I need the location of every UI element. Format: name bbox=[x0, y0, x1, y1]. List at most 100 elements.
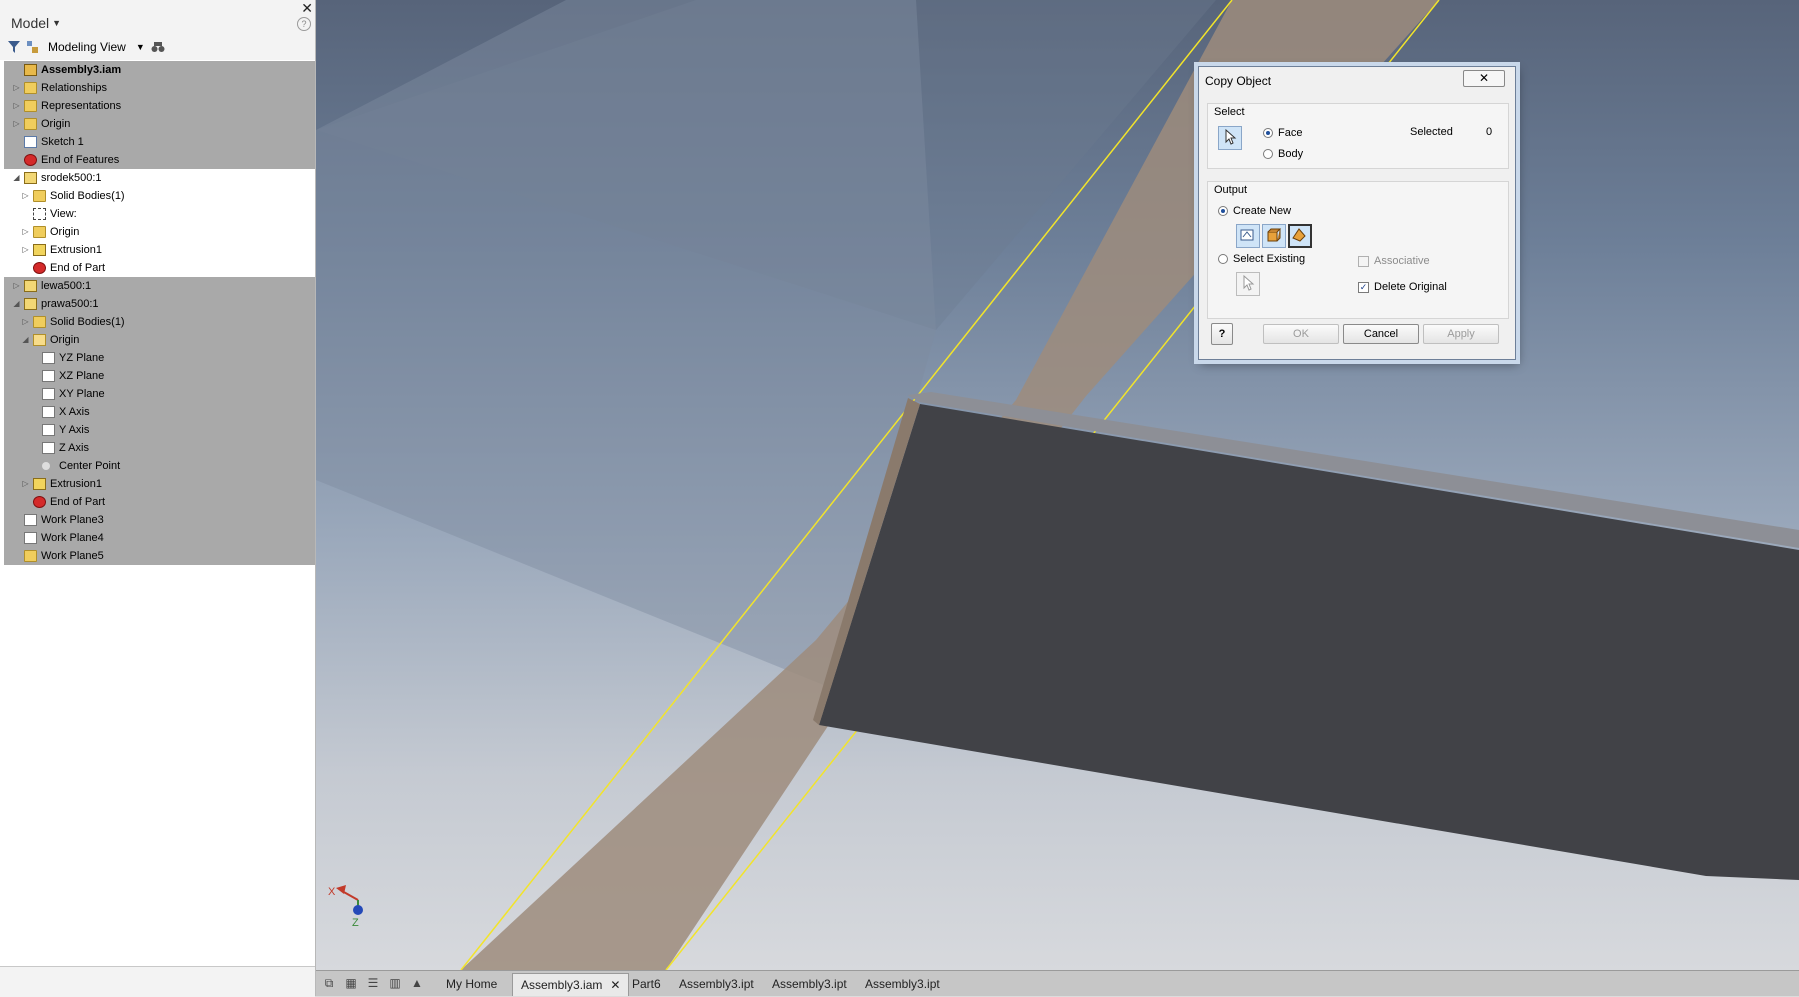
tree-row[interactable]: Center Point bbox=[4, 457, 315, 475]
tree-row[interactable]: Work Plane3 bbox=[4, 511, 315, 529]
tile-horizontal-icon[interactable]: ☰ bbox=[366, 976, 380, 990]
expand-arrow-icon[interactable]: ▷ bbox=[21, 313, 30, 331]
expand-arrow-icon[interactable]: ▷ bbox=[21, 187, 30, 205]
tree-row[interactable]: ▷ Extrusion1 bbox=[4, 241, 315, 259]
tree-row[interactable]: End of Part bbox=[4, 259, 315, 277]
solid-bodies-icon bbox=[33, 190, 46, 202]
tree-row[interactable]: X Axis bbox=[4, 403, 315, 421]
tree-row[interactable]: Work Plane5 bbox=[4, 547, 315, 565]
tree-row-label: Center Point bbox=[59, 460, 121, 472]
expand-arrow-icon[interactable]: ▷ bbox=[12, 115, 21, 133]
tree-row[interactable]: View: bbox=[4, 205, 315, 223]
delete-original-label: Delete Original bbox=[1374, 281, 1447, 293]
tree-row[interactable]: Assembly3.iam bbox=[4, 61, 315, 79]
extrusion-icon bbox=[33, 244, 46, 256]
tree-row[interactable]: ▷ Origin bbox=[4, 223, 315, 241]
tree-row[interactable]: ▷ Origin bbox=[4, 115, 315, 133]
plane-icon bbox=[42, 370, 55, 382]
tree-row-label: View: bbox=[50, 208, 77, 220]
tree-row[interactable]: ◢ Origin bbox=[4, 331, 315, 349]
tab-assembly3-ipt[interactable]: Assembly3.ipt bbox=[679, 975, 754, 993]
tab-assembly3-ipt[interactable]: Assembly3.ipt bbox=[865, 975, 940, 993]
close-icon[interactable]: ✕ bbox=[301, 0, 313, 17]
collapse-arrow-icon[interactable]: ◢ bbox=[12, 169, 21, 187]
tree-row[interactable]: ▷ Solid Bodies(1) bbox=[4, 313, 315, 331]
tree-row[interactable]: ▷ Extrusion1 bbox=[4, 475, 315, 493]
apply-button[interactable]: Apply bbox=[1423, 324, 1499, 344]
help-icon[interactable]: ? bbox=[297, 17, 311, 31]
solid-body-icon bbox=[1267, 228, 1282, 242]
tree-row[interactable]: End of Features bbox=[4, 151, 315, 169]
tab-assembly3-ipt[interactable]: Assembly3.ipt bbox=[772, 975, 847, 993]
dialog-help-button[interactable]: ? bbox=[1211, 323, 1233, 345]
expand-arrow-icon[interactable]: ▷ bbox=[21, 241, 30, 259]
output-composite-button[interactable] bbox=[1288, 224, 1312, 248]
select-existing-pointer-button[interactable] bbox=[1236, 272, 1260, 296]
cascade-windows-icon[interactable]: ⧉ bbox=[322, 976, 336, 990]
block-front-face[interactable] bbox=[819, 404, 1799, 880]
close-tab-icon[interactable]: ✕ bbox=[610, 978, 620, 992]
body-radio[interactable] bbox=[1263, 149, 1273, 159]
tree-row[interactable]: XZ Plane bbox=[4, 367, 315, 385]
filter-icon[interactable] bbox=[8, 41, 20, 53]
tree-row[interactable]: Z Axis bbox=[4, 439, 315, 457]
tree-row[interactable]: ▷ Relationships bbox=[4, 79, 315, 97]
view-triad: X Z bbox=[328, 885, 363, 929]
tree-row[interactable]: ◢ prawa500:1 bbox=[4, 295, 315, 313]
tree-row[interactable]: ▷ lewa500:1 bbox=[4, 277, 315, 295]
tab-assembly3-iam[interactable]: Assembly3.iam ✕ bbox=[512, 973, 630, 996]
help-icon: ? bbox=[1218, 328, 1226, 340]
dialog-close-button[interactable]: ✕ bbox=[1463, 70, 1505, 87]
tree-row-label: Z Axis bbox=[59, 442, 89, 454]
tree-row-label: Relationships bbox=[41, 82, 108, 94]
delete-original-checkbox[interactable]: ✓ bbox=[1358, 282, 1369, 293]
tree-row-label: End of Part bbox=[50, 496, 106, 508]
tree-row[interactable]: ▷ Solid Bodies(1) bbox=[4, 187, 315, 205]
part-icon bbox=[24, 280, 37, 292]
triad-z-label: Z bbox=[352, 917, 359, 929]
tree-row-label: End of Part bbox=[50, 262, 106, 274]
tab-my-home[interactable]: My Home bbox=[446, 975, 497, 993]
tree-row[interactable]: YZ Plane bbox=[4, 349, 315, 367]
expand-arrow-icon[interactable]: ▷ bbox=[12, 79, 21, 97]
tree-row[interactable]: ▷ Representations bbox=[4, 97, 315, 115]
collapse-arrow-icon[interactable]: ◢ bbox=[12, 295, 21, 313]
find-binoculars-icon[interactable] bbox=[151, 41, 165, 53]
tree-row[interactable]: ◢ srodek500:1 bbox=[4, 169, 315, 187]
ok-button[interactable]: OK bbox=[1263, 324, 1339, 344]
chevron-down-icon: ▼ bbox=[52, 18, 62, 28]
view-icon bbox=[33, 208, 46, 220]
axis-icon bbox=[42, 406, 55, 418]
model-dropdown[interactable]: Model ▼ bbox=[11, 15, 61, 31]
extrusion-icon bbox=[33, 478, 46, 490]
create-new-radio[interactable] bbox=[1218, 206, 1228, 216]
tree-row[interactable]: Work Plane4 bbox=[4, 529, 315, 547]
graphics-viewport[interactable]: X Z bbox=[316, 0, 1799, 970]
output-surface-button[interactable] bbox=[1236, 224, 1260, 248]
expand-arrow-icon[interactable]: ▷ bbox=[12, 97, 21, 115]
model-tree: Assembly3.iam ▷ Relationships ▷ Representati… bbox=[4, 61, 315, 565]
tree-row[interactable]: Sketch 1 bbox=[4, 133, 315, 151]
tab-list-up-icon[interactable]: ▲ bbox=[410, 976, 424, 990]
expand-arrow-icon[interactable]: ▷ bbox=[21, 475, 30, 493]
tab-part6[interactable]: Part6 bbox=[632, 975, 661, 993]
select-pointer-button[interactable] bbox=[1218, 126, 1242, 150]
tree-row-label: Solid Bodies(1) bbox=[50, 316, 125, 328]
output-solid-button[interactable] bbox=[1262, 224, 1286, 248]
tree-row[interactable]: End of Part bbox=[4, 493, 315, 511]
select-existing-radio[interactable] bbox=[1218, 254, 1228, 264]
face-radio[interactable] bbox=[1263, 128, 1273, 138]
tree-row[interactable]: Y Axis bbox=[4, 421, 315, 439]
chevron-down-icon[interactable]: ▼ bbox=[136, 42, 145, 52]
collapse-arrow-icon[interactable]: ◢ bbox=[21, 331, 30, 349]
tile-windows-icon[interactable]: ▦ bbox=[344, 976, 358, 990]
expand-arrow-icon[interactable]: ▷ bbox=[21, 223, 30, 241]
tile-vertical-icon[interactable]: ▥ bbox=[388, 976, 402, 990]
tree-row[interactable]: XY Plane bbox=[4, 385, 315, 403]
associative-checkbox[interactable] bbox=[1358, 256, 1369, 267]
model-canvas[interactable]: X Z bbox=[316, 0, 1799, 970]
cancel-button[interactable]: Cancel bbox=[1343, 324, 1419, 344]
expand-arrow-icon[interactable]: ▷ bbox=[12, 277, 21, 295]
point-icon bbox=[42, 462, 50, 470]
modeling-view-label[interactable]: Modeling View bbox=[48, 40, 126, 54]
